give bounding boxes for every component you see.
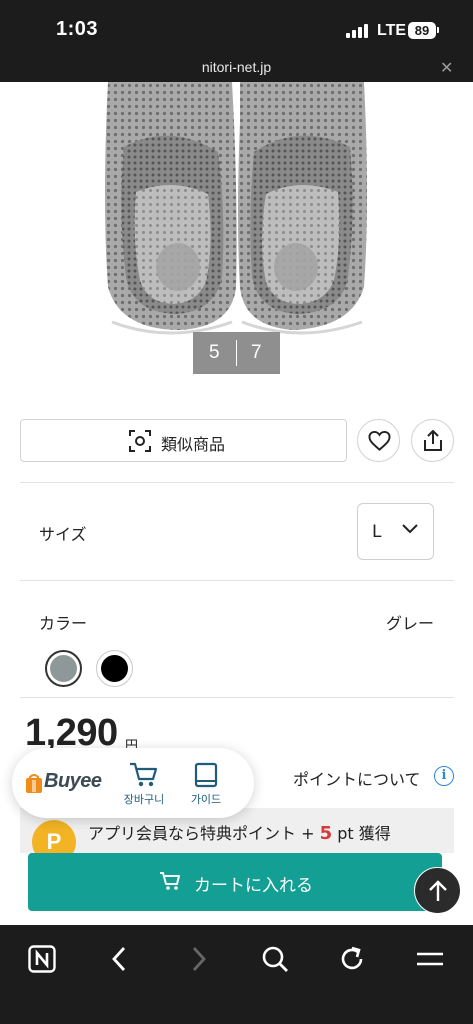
color-swatch-black[interactable] bbox=[96, 650, 133, 687]
menu-button[interactable] bbox=[410, 939, 450, 979]
camera-scan-icon bbox=[129, 430, 151, 452]
close-icon[interactable]: ✕ bbox=[440, 58, 453, 77]
back-icon bbox=[112, 947, 126, 971]
divider bbox=[20, 580, 454, 581]
status-bar: 1:03 LTE 89 bbox=[0, 0, 473, 56]
color-label: カラー bbox=[39, 614, 88, 633]
divider bbox=[20, 482, 454, 483]
buyee-guide-label: 가이드 bbox=[190, 793, 222, 806]
heart-icon bbox=[368, 430, 391, 451]
menu-icon bbox=[417, 952, 443, 966]
buyee-guide-button[interactable]: 가이드 bbox=[179, 762, 233, 807]
size-value: L bbox=[372, 522, 382, 542]
color-swatch-gray[interactable] bbox=[45, 650, 82, 687]
naver-home-button[interactable] bbox=[22, 939, 62, 979]
search-button[interactable] bbox=[255, 939, 295, 979]
share-button[interactable] bbox=[411, 419, 454, 462]
points-banner-prefix: アプリ会員なら特典ポイント + bbox=[88, 824, 320, 843]
forward-button[interactable] bbox=[178, 939, 218, 979]
size-label: サイズ bbox=[39, 525, 87, 544]
cart-icon bbox=[160, 872, 180, 890]
points-coin-icon: P bbox=[32, 820, 76, 853]
scroll-top-button[interactable] bbox=[414, 867, 461, 914]
similar-products-label: 類似商品 bbox=[161, 435, 226, 454]
cart-icon bbox=[130, 762, 158, 787]
size-select[interactable]: L bbox=[357, 503, 434, 560]
slippers-image bbox=[105, 82, 367, 335]
share-icon bbox=[424, 430, 442, 451]
add-to-cart-button[interactable]: カートに入れる bbox=[28, 853, 442, 911]
chevron-down-icon bbox=[402, 524, 418, 534]
points-info-link[interactable]: ポイントについて bbox=[293, 766, 421, 790]
page: 1:03 LTE 89 nitori-net.jp ✕ 5 7 類似商品 サイズ… bbox=[0, 0, 473, 1024]
points-banner-text: アプリ会員なら特典ポイント + 5 pt 獲得 bbox=[88, 820, 391, 844]
back-button[interactable] bbox=[100, 939, 140, 979]
gallery-counter: 5 7 bbox=[193, 332, 280, 374]
color-value: グレー bbox=[385, 614, 434, 633]
buyee-logo-text: Buyee bbox=[44, 770, 102, 792]
naver-icon bbox=[28, 945, 56, 973]
divider bbox=[20, 697, 454, 698]
browser-toolbar bbox=[0, 925, 473, 1024]
buyee-widget[interactable]: Buyee 장바구니 가이드 bbox=[12, 748, 254, 818]
points-amount: 5 bbox=[319, 823, 333, 844]
gallery-total: 7 bbox=[251, 342, 262, 363]
search-icon bbox=[262, 946, 288, 972]
swatch-gray-fill bbox=[50, 655, 77, 682]
arrow-up-icon bbox=[429, 880, 447, 901]
favorite-button[interactable] bbox=[357, 419, 400, 462]
signal-icon bbox=[346, 24, 372, 38]
gallery-current: 5 bbox=[209, 342, 220, 363]
counter-divider bbox=[236, 340, 237, 366]
points-banner-suffix: pt 獲得 bbox=[332, 824, 391, 843]
buyee-cart-label: 장바구니 bbox=[123, 793, 165, 806]
add-to-cart-label: カートに入れる bbox=[194, 876, 313, 896]
swatch-black-fill bbox=[101, 655, 128, 682]
info-icon[interactable]: i bbox=[434, 766, 454, 786]
forward-icon bbox=[192, 947, 206, 971]
network-type: LTE bbox=[377, 22, 407, 39]
buyee-logo-icon bbox=[26, 774, 42, 793]
battery-nub bbox=[437, 27, 439, 33]
status-time: 1:03 bbox=[56, 18, 99, 40]
battery-icon: 89 bbox=[408, 22, 436, 39]
refresh-button[interactable] bbox=[332, 939, 372, 979]
refresh-icon bbox=[341, 946, 363, 970]
product-image[interactable] bbox=[0, 82, 473, 342]
url-text[interactable]: nitori-net.jp bbox=[0, 59, 473, 75]
buyee-cart-button[interactable]: 장바구니 bbox=[117, 762, 171, 807]
url-bar[interactable]: nitori-net.jp ✕ bbox=[0, 56, 473, 82]
guide-book-icon bbox=[194, 762, 218, 788]
similar-products-button[interactable]: 類似商品 bbox=[20, 419, 347, 462]
